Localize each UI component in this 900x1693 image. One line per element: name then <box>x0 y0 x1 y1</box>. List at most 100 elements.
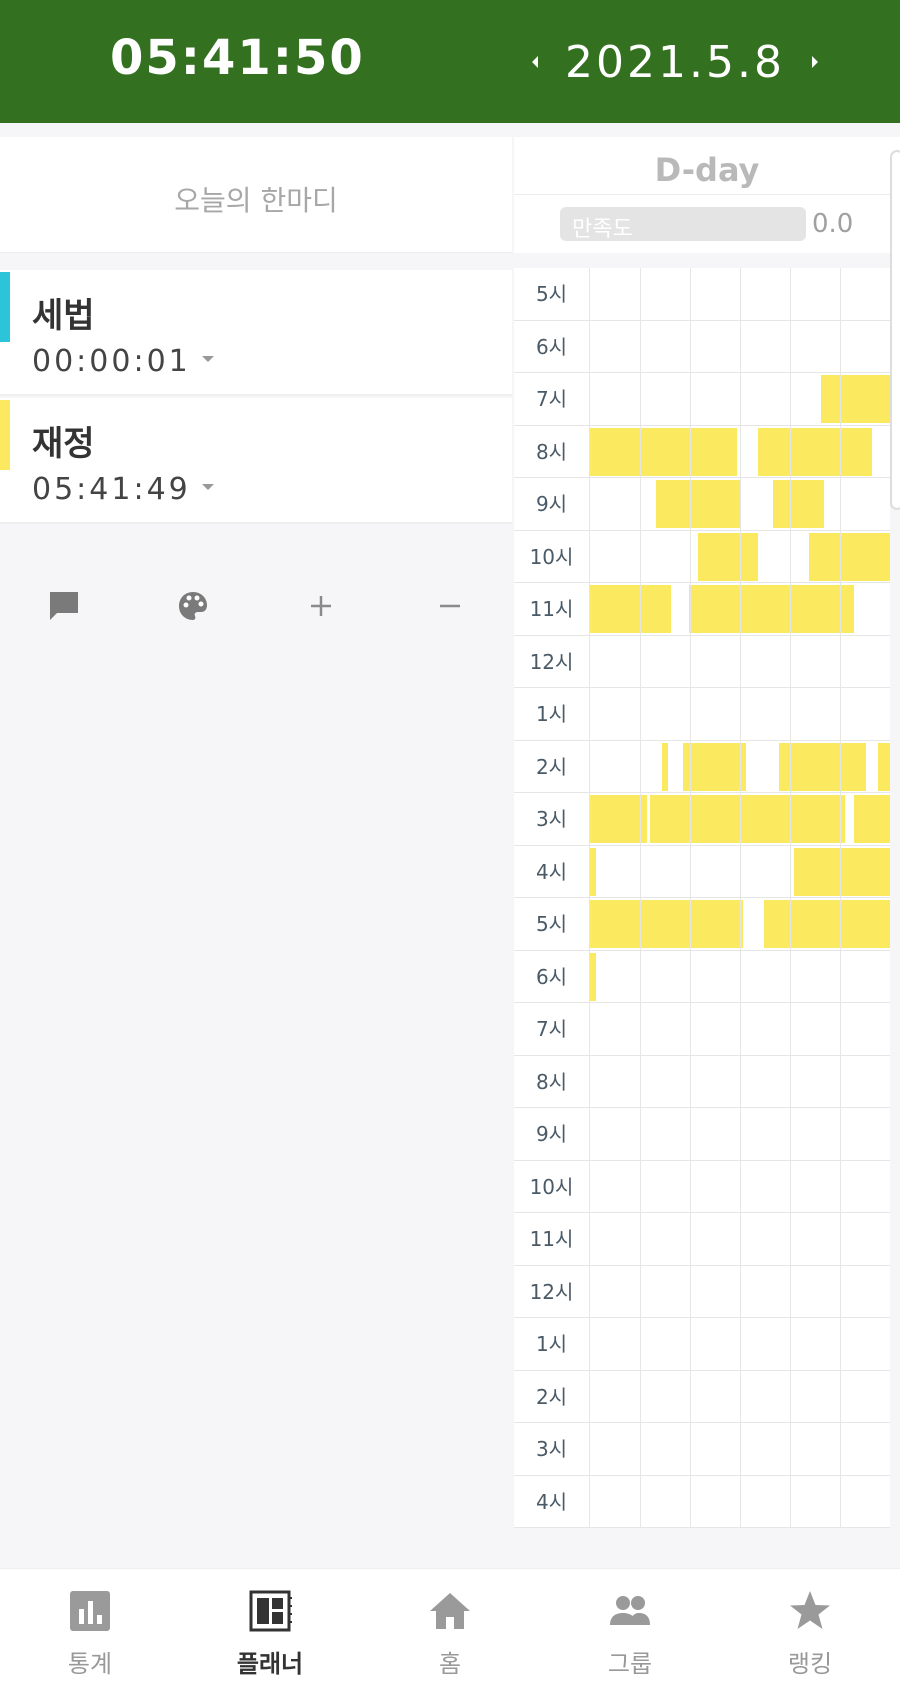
subject-name: 세법 <box>32 296 95 336</box>
hour-label: 7시 <box>514 1003 590 1056</box>
hour-label: 4시 <box>514 845 590 898</box>
study-block <box>662 742 668 791</box>
nav-label: 통계 <box>67 1650 113 1678</box>
subject-item[interactable]: 재정 05:41:49 <box>0 398 512 524</box>
today-motto-field[interactable]: 오늘의 한마디 <box>0 137 512 253</box>
remove-button[interactable] <box>422 578 478 634</box>
subject-toolbar <box>0 578 512 634</box>
hour-row[interactable]: 6시 <box>514 320 890 373</box>
hour-row[interactable]: 9시 <box>514 1108 890 1161</box>
dday-panel[interactable]: D-day 만족도 0.0 <box>514 137 900 253</box>
nav-group[interactable]: 그룹 <box>540 1569 720 1693</box>
plus-icon <box>311 596 331 616</box>
study-block <box>590 847 596 896</box>
hour-row[interactable]: 3시 <box>514 1423 890 1476</box>
subject-item[interactable]: 세법 00:00:01 <box>0 270 512 396</box>
hour-label: 11시 <box>514 583 590 636</box>
hour-row[interactable]: 7시 <box>514 1003 890 1056</box>
expand-caret-icon[interactable] <box>202 484 214 490</box>
palette-button[interactable] <box>165 578 221 634</box>
comment-icon <box>50 592 78 620</box>
group-icon <box>610 1596 650 1625</box>
nav-label: 홈 <box>438 1650 462 1678</box>
minus-icon <box>440 604 460 608</box>
hour-label: 5시 <box>514 898 590 951</box>
satisfaction-label: 만족도 <box>572 217 633 242</box>
star-icon <box>790 1591 830 1629</box>
hour-label: 2시 <box>514 740 590 793</box>
next-date-button[interactable] <box>805 42 825 82</box>
hour-row[interactable]: 2시 <box>514 1370 890 1423</box>
study-block <box>821 375 890 423</box>
chevron-right-icon <box>811 56 818 68</box>
hour-label: 12시 <box>514 1265 590 1318</box>
satisfaction-value: 0.0 <box>812 209 854 239</box>
hour-label: 4시 <box>514 1475 590 1528</box>
hour-row[interactable]: 12시 <box>514 1265 890 1318</box>
add-button[interactable] <box>293 578 349 634</box>
hour-row[interactable]: 1시 <box>514 688 890 741</box>
grid-line <box>640 268 641 1528</box>
study-block <box>794 847 890 896</box>
hour-row[interactable]: 4시 <box>514 1475 890 1528</box>
subject-name: 재정 <box>32 424 95 464</box>
grid-line <box>740 268 741 1528</box>
study-block <box>854 795 890 843</box>
timetable-grid[interactable]: 5시 6시 7시 8시 9시 10시 11시 12시 1시 2시 3시 4시 5시 6시 7시 8시 9시 10시… <box>514 268 890 1528</box>
study-block <box>683 742 746 791</box>
study-block <box>779 742 866 791</box>
nav-home[interactable]: 홈 <box>360 1569 540 1693</box>
hour-label: 5시 <box>514 268 590 321</box>
current-clock: 05:41:50 <box>110 30 365 86</box>
study-block <box>809 532 890 581</box>
hour-label: 10시 <box>514 530 590 583</box>
hour-row[interactable]: 1시 <box>514 1318 890 1371</box>
hour-label: 8시 <box>514 425 590 478</box>
nav-ranking[interactable]: 랭킹 <box>720 1569 900 1693</box>
hour-label: 9시 <box>514 1108 590 1161</box>
scrollbar-handle[interactable] <box>890 150 900 510</box>
hour-row[interactable]: 12시 <box>514 635 890 688</box>
study-block <box>773 480 824 528</box>
hour-label: 6시 <box>514 320 590 373</box>
prev-date-button[interactable] <box>525 42 545 82</box>
satisfaction-bar[interactable]: 만족도 <box>560 207 806 242</box>
divider <box>514 194 900 195</box>
study-block <box>758 427 872 476</box>
motto-placeholder: 오늘의 한마디 <box>174 184 338 217</box>
dday-title[interactable]: D-day <box>514 151 900 189</box>
subject-time: 05:41:49 <box>32 472 191 507</box>
top-header: 05:41:50 2021.5.8 <box>0 0 900 123</box>
study-block <box>590 585 671 633</box>
hour-label: 7시 <box>514 373 590 426</box>
current-date[interactable]: 2021.5.8 <box>565 37 785 88</box>
nav-planner[interactable]: 플래너 <box>180 1569 360 1693</box>
hour-row[interactable]: 8시 <box>514 1055 890 1108</box>
hour-label: 9시 <box>514 478 590 531</box>
hour-row[interactable]: 10시 <box>514 1160 890 1213</box>
study-block <box>590 427 737 476</box>
nav-stats[interactable]: 통계 <box>0 1569 180 1693</box>
expand-caret-icon[interactable] <box>202 356 214 362</box>
bottom-navigation: 통계 플래너 홈 그룹 랭킹 <box>0 1568 900 1693</box>
study-block <box>590 900 743 948</box>
grid-line <box>690 268 691 1528</box>
study-block <box>650 795 845 843</box>
comment-button[interactable] <box>36 578 92 634</box>
nav-label: 랭킹 <box>787 1650 833 1678</box>
planner-icon <box>249 1590 292 1632</box>
hour-label: 2시 <box>514 1370 590 1423</box>
grid-line <box>790 268 791 1528</box>
hour-row[interactable]: 11시 <box>514 1213 890 1266</box>
hour-row[interactable]: 5시 <box>514 268 890 321</box>
study-block <box>878 742 890 791</box>
stats-icon <box>70 1591 110 1631</box>
hour-label: 12시 <box>514 635 590 688</box>
subject-color-bar <box>0 272 10 342</box>
palette-icon <box>179 592 207 620</box>
hour-label: 1시 <box>514 688 590 741</box>
nav-label: 그룹 <box>607 1650 653 1678</box>
hour-label: 11시 <box>514 1213 590 1266</box>
hour-row[interactable]: 6시 <box>514 950 890 1003</box>
nav-label: 플래너 <box>236 1650 304 1678</box>
